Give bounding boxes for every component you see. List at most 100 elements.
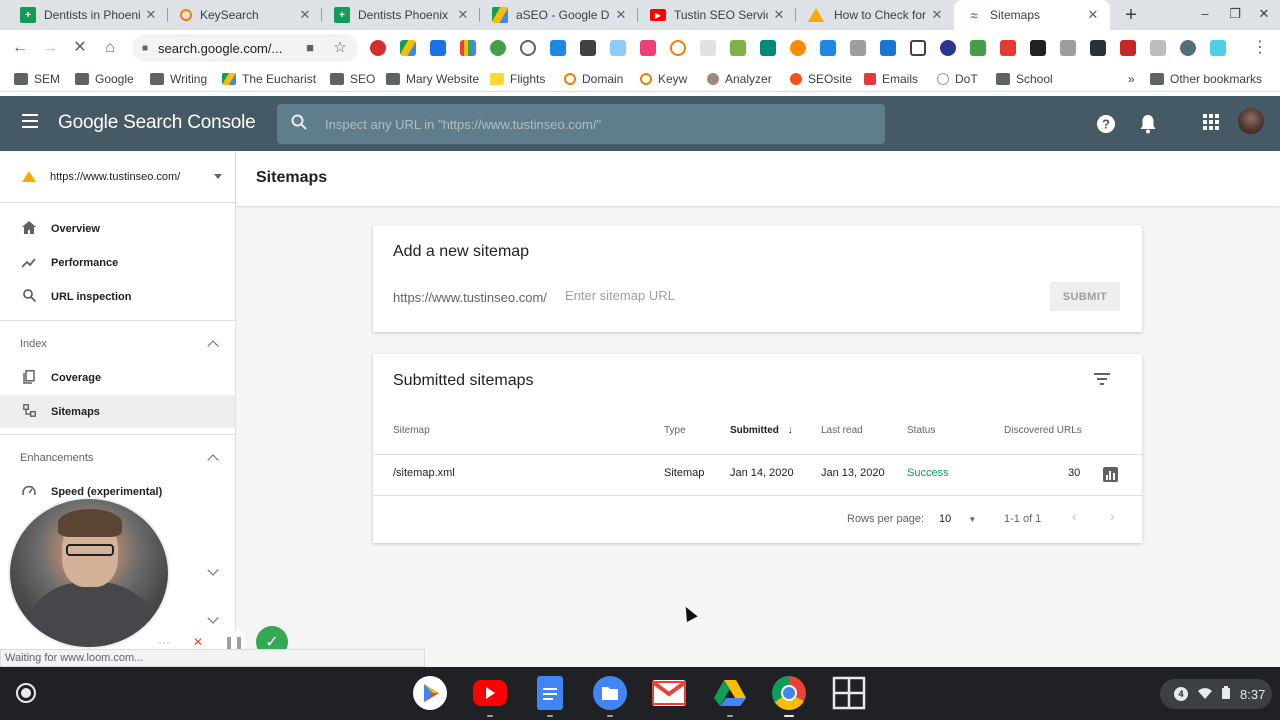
extension-icon[interactable]: [1090, 40, 1106, 56]
more-bookmarks-icon[interactable]: »: [1128, 70, 1135, 88]
browser-tab[interactable]: How to Check for G ✕: [796, 0, 954, 30]
enhancements-section-header[interactable]: Enhancements: [20, 452, 220, 464]
sitemap-url-input[interactable]: [565, 288, 865, 303]
extension-icon[interactable]: [850, 40, 866, 56]
gmail-icon[interactable]: [652, 680, 686, 706]
extension-icon[interactable]: [820, 40, 836, 56]
docs-icon[interactable]: [537, 676, 563, 710]
browser-tab[interactable]: + Dentists in Phoenix ✕: [8, 0, 168, 30]
column-header-submitted[interactable]: Submitted ↓: [730, 425, 793, 436]
index-section-header[interactable]: Index: [20, 338, 220, 350]
extension-icon[interactable]: [1210, 40, 1226, 56]
files-icon[interactable]: [593, 676, 627, 710]
extension-icon[interactable]: [730, 40, 746, 56]
extension-icon[interactable]: [520, 40, 536, 56]
expand-chevron-icon[interactable]: [207, 612, 219, 624]
submit-button[interactable]: SUBMIT: [1050, 282, 1120, 311]
bookmark-folder[interactable]: Writing: [150, 70, 207, 88]
account-avatar[interactable]: [1238, 108, 1264, 134]
column-header-sitemap[interactable]: Sitemap: [393, 425, 430, 436]
extension-icon[interactable]: [490, 40, 506, 56]
drive-extension-icon[interactable]: [400, 40, 416, 56]
browser-tab[interactable]: + Dentists Phoenix - ✕: [322, 0, 480, 30]
hamburger-menu-icon[interactable]: [22, 114, 38, 128]
address-bar[interactable]: ■ search.google.com/...: [132, 34, 358, 62]
extension-icon[interactable]: [940, 40, 956, 56]
bookmark-folder[interactable]: SEO: [330, 70, 375, 88]
close-tab-icon[interactable]: ✕: [772, 7, 786, 23]
bookmark-folder[interactable]: Mary Website: [386, 70, 479, 88]
next-page-icon[interactable]: ›: [1110, 508, 1115, 524]
extension-icon[interactable]: [880, 40, 896, 56]
expand-chevron-icon[interactable]: [207, 564, 219, 576]
column-header-status[interactable]: Status: [907, 425, 935, 436]
column-header-type[interactable]: Type: [664, 425, 686, 436]
bookmark-folder[interactable]: Google: [75, 70, 134, 88]
youtube-icon[interactable]: [473, 680, 507, 706]
back-icon[interactable]: ←: [10, 38, 30, 58]
drive-icon[interactable]: [713, 676, 747, 710]
close-tab-icon[interactable]: ✕: [1086, 7, 1100, 23]
extension-icon[interactable]: [790, 40, 806, 56]
extension-icon[interactable]: [610, 40, 626, 56]
extension-icon[interactable]: [640, 40, 656, 56]
close-tab-icon[interactable]: ✕: [614, 7, 628, 23]
extension-icon[interactable]: [760, 40, 776, 56]
extension-icon[interactable]: [1150, 40, 1166, 56]
bar-chart-icon[interactable]: [1103, 467, 1118, 482]
close-tab-icon[interactable]: ✕: [930, 7, 944, 23]
bookmark-link[interactable]: Domain: [564, 70, 623, 88]
browser-tab-active[interactable]: ≈ Sitemaps ✕: [954, 0, 1110, 30]
sitemap-path[interactable]: /sitemap.xml: [393, 467, 455, 479]
extension-icon[interactable]: [1120, 40, 1136, 56]
restore-icon[interactable]: ❐: [1226, 6, 1244, 22]
new-tab-icon[interactable]: +: [1120, 4, 1142, 26]
previous-page-icon[interactable]: ‹: [1072, 508, 1077, 524]
extension-icon[interactable]: [700, 40, 716, 56]
sidebar-item-url-inspection[interactable]: URL inspection: [0, 281, 235, 313]
extension-icon[interactable]: [460, 40, 476, 56]
bookmark-link[interactable]: DoT: [937, 70, 978, 88]
extension-icon[interactable]: [1030, 40, 1046, 56]
extension-icon[interactable]: [550, 40, 566, 56]
close-tab-icon[interactable]: ✕: [298, 7, 312, 23]
bookmark-link[interactable]: Flights: [490, 70, 545, 88]
apps-grid-icon[interactable]: [1201, 114, 1221, 134]
other-bookmarks-folder[interactable]: Other bookmarks: [1150, 70, 1262, 88]
camera-icon[interactable]: ■: [300, 38, 320, 58]
adblock-icon[interactable]: [370, 40, 386, 56]
window-close-icon[interactable]: ✕: [1255, 6, 1273, 22]
apps-grid-icon[interactable]: [832, 676, 866, 710]
sidebar-item-sitemaps[interactable]: Sitemaps: [0, 395, 235, 428]
rows-per-page-select[interactable]: 10 ▼: [939, 513, 976, 525]
play-store-icon[interactable]: [413, 676, 447, 710]
keysearch-extension-icon[interactable]: [670, 40, 686, 56]
property-selector[interactable]: https://www.tustinseo.com/: [0, 151, 236, 203]
sidebar-item-coverage[interactable]: Coverage: [0, 362, 235, 394]
home-icon[interactable]: ⌂: [100, 38, 120, 58]
filter-icon[interactable]: [1094, 373, 1110, 385]
extension-icon[interactable]: [970, 40, 986, 56]
sidebar-item-overview[interactable]: Overview: [0, 213, 235, 245]
bookmark-star-icon[interactable]: ☆: [330, 38, 350, 58]
browser-tab[interactable]: ▶ Tustin SEO Services ✕: [638, 0, 796, 30]
launcher-icon[interactable]: [16, 683, 36, 703]
loom-extension-icon[interactable]: [1180, 40, 1196, 56]
close-tab-icon[interactable]: ✕: [144, 7, 158, 23]
url-inspect-search[interactable]: Inspect any URL in "https://www.tustinse…: [277, 104, 885, 144]
bookmark-link[interactable]: Keyw: [640, 70, 687, 88]
extension-icon[interactable]: [910, 40, 926, 56]
system-tray[interactable]: 4 8:37: [1160, 679, 1272, 709]
extension-icon[interactable]: [430, 40, 446, 56]
stop-loading-icon[interactable]: ✕: [70, 38, 90, 58]
column-header-discovered-urls[interactable]: Discovered URLs: [1004, 425, 1082, 436]
bookmark-link[interactable]: SEOsite: [790, 70, 852, 88]
minimize-icon[interactable]: –: [1196, 6, 1214, 21]
help-icon[interactable]: ?: [1096, 114, 1116, 134]
bookmark-folder[interactable]: School: [996, 70, 1053, 88]
browser-tab[interactable]: aSEO - Google Drive ✕: [480, 0, 638, 30]
sidebar-item-performance[interactable]: Performance: [0, 247, 235, 279]
browser-menu-icon[interactable]: ⋮: [1250, 38, 1270, 58]
column-header-last-read[interactable]: Last read: [821, 425, 863, 436]
bookmark-folder[interactable]: SEM: [14, 70, 60, 88]
